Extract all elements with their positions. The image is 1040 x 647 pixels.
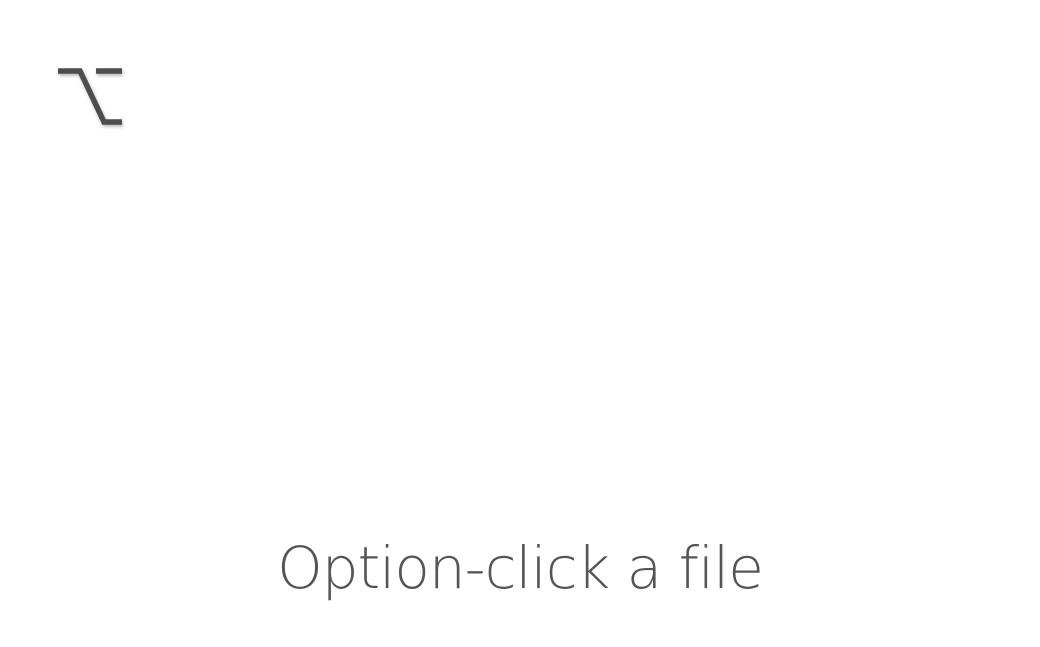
option-key-icon [56,66,126,132]
slide-caption: Option-click a file [277,534,764,602]
slide: Option-click a file [0,0,1040,647]
